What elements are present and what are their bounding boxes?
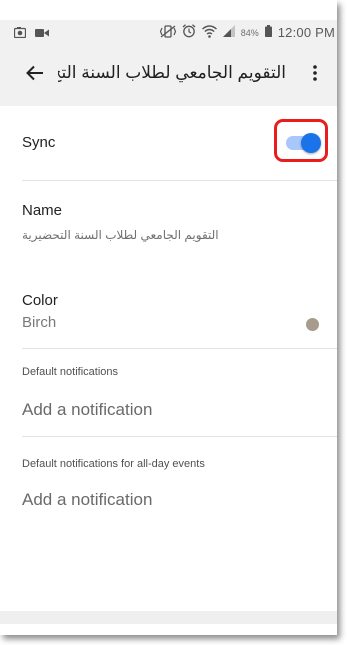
- alarm-icon: [182, 24, 196, 41]
- battery-icon: [264, 25, 272, 40]
- wifi-icon: [201, 24, 217, 41]
- sync-setting-row[interactable]: Sync: [0, 106, 337, 180]
- allday-notifications-heading: Default notifications for all-day events: [22, 458, 205, 470]
- name-label: Name: [22, 202, 63, 219]
- video-icon: [35, 25, 49, 43]
- status-right-icons: 84% 12:00 PM: [159, 24, 335, 41]
- signal-icon: [222, 25, 235, 40]
- battery-percent: 84%: [240, 27, 259, 38]
- page-title: التقويم الجامعي لطلاب السنة التح...: [58, 63, 286, 82]
- sync-toggle-thumb: [301, 133, 321, 153]
- sync-toggle[interactable]: [286, 133, 321, 153]
- allday-notifications-section: Default notifications for all-day events…: [0, 436, 337, 526]
- name-value: التقويم الجامعي لطلاب السنة التحضيرية: [22, 228, 219, 242]
- default-notifications-section: Default notifications Add a notification: [0, 348, 337, 436]
- top-margin: [0, 0, 337, 20]
- name-setting-row[interactable]: Name التقويم الجامعي لطلاب السنة التحضير…: [0, 180, 337, 278]
- color-swatch: [306, 318, 319, 331]
- color-label: Color: [22, 292, 58, 309]
- color-setting-row[interactable]: Color Birch: [0, 278, 337, 348]
- more-options-button[interactable]: [307, 62, 323, 88]
- back-button[interactable]: [22, 62, 48, 88]
- bottom-bar: [0, 611, 337, 624]
- add-allday-notification-button[interactable]: Add a notification: [22, 490, 152, 510]
- bottom-margin: [0, 624, 337, 635]
- add-notification-button[interactable]: Add a notification: [22, 400, 152, 420]
- color-value: Birch: [22, 314, 57, 331]
- app-bar: التقويم الجامعي لطلاب السنة التح...: [0, 44, 337, 106]
- screenshot-icon: [13, 25, 27, 43]
- status-left-icons: [13, 25, 49, 43]
- arrow-back-icon: [26, 65, 44, 86]
- sync-label: Sync: [22, 134, 56, 151]
- status-bar: 84% 12:00 PM: [0, 20, 337, 44]
- phone-screen: 84% 12:00 PM التقويم الجامعي لطلاب السنة…: [0, 0, 337, 635]
- default-notifications-heading: Default notifications: [22, 366, 118, 378]
- mute-vibrate-icon: [159, 24, 176, 41]
- more-vertical-icon: [313, 64, 317, 86]
- status-time: 12:00 PM: [277, 25, 335, 40]
